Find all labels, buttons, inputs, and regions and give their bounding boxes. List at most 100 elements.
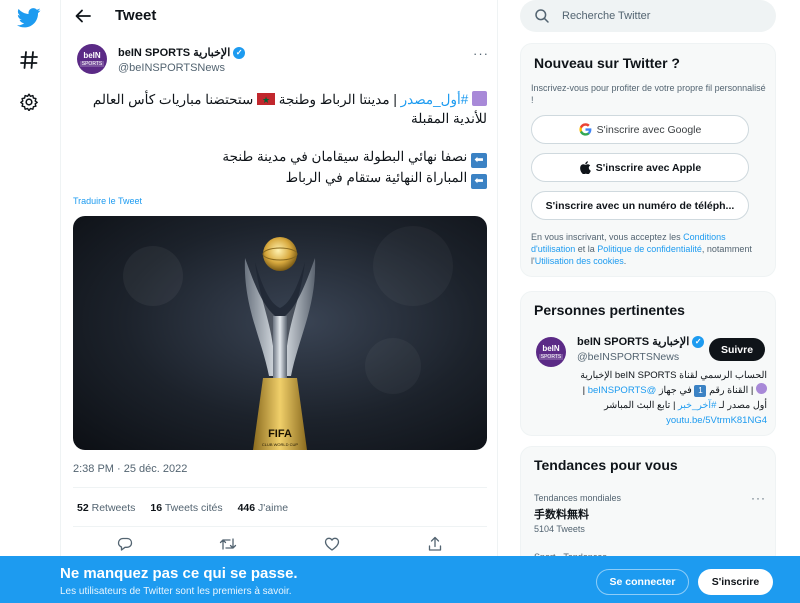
bio-line-2: | القناة رقم 1 في جهاز @beINSPORTS | xyxy=(531,383,767,398)
trophy-caption: FIFA xyxy=(268,428,292,440)
signup-google-button[interactable]: S'inscrire avec Google xyxy=(531,115,749,144)
relevant-avatar[interactable]: beIN SPORTS xyxy=(536,337,566,367)
tweet-column: Tweet beIN SPORTS beIN SPORTS الإخبارية … xyxy=(60,0,498,603)
avatar-text: beIN xyxy=(83,50,101,60)
cookies-link[interactable]: Utilisation des cookies xyxy=(535,256,624,266)
follow-button[interactable]: Suivre xyxy=(709,338,765,361)
settings-gear-icon[interactable] xyxy=(14,87,44,117)
purple-square-emoji-icon xyxy=(472,91,487,106)
tweet-line-4-text: المباراة النهائية ستقام في الرباط xyxy=(285,170,468,185)
legal-text-a: En vous inscrivant, vous acceptez les xyxy=(531,232,684,242)
tweet-line-3: ⬅ نصفا نهائي البطولة سيقامان في مدينة طن… xyxy=(73,147,487,168)
avatar-subtext: SPORTS xyxy=(538,353,564,360)
bio-mention-link[interactable]: @beINSPORTS xyxy=(588,385,657,396)
login-button[interactable]: Se connecter xyxy=(596,569,689,595)
retweets-stat[interactable]: 52 Retweets xyxy=(77,502,135,514)
bio-line-3a: أول مصدر لـ xyxy=(716,400,767,411)
like-heart-icon[interactable] xyxy=(322,534,342,554)
likes-count: 446 xyxy=(237,502,256,514)
retweet-icon[interactable] xyxy=(218,534,238,554)
quotes-count: 16 xyxy=(150,502,163,514)
tweet-line-1-text-b: ستحتضنا مباريات كأس العالم xyxy=(92,92,258,107)
tweet-media-image[interactable]: FIFA CLUB WORLD CUP xyxy=(73,216,487,450)
signup-apple-button[interactable]: S'inscrire avec Apple xyxy=(531,153,749,182)
search-input[interactable] xyxy=(562,7,762,25)
author-handle[interactable]: @beINSPORTSNews xyxy=(118,62,225,74)
new-to-twitter-card: Nouveau sur Twitter ? Inscrivez-vous pou… xyxy=(520,43,776,277)
reply-icon[interactable] xyxy=(115,534,135,554)
page: Tweet beIN SPORTS beIN SPORTS الإخبارية … xyxy=(0,0,800,603)
verified-badge-icon: ✓ xyxy=(692,335,705,348)
relevant-name-text: beIN SPORTS الإخبارية xyxy=(577,336,690,348)
bio-hashtag-link[interactable]: #آخر_خبر xyxy=(678,400,716,411)
privacy-link[interactable]: Politique de confidentialité xyxy=(597,244,702,254)
apple-logo-icon xyxy=(579,161,591,174)
signup-banner: Ne manquez pas ce qui se passe. Les util… xyxy=(0,556,800,603)
avatar-text: beIN xyxy=(542,343,560,353)
banner-title: Ne manquez pas ce qui se passe. xyxy=(60,565,298,582)
search-bar[interactable] xyxy=(520,0,776,32)
quotes-stat[interactable]: 16 Tweets cités xyxy=(150,502,222,514)
verified-badge-icon: ✓ xyxy=(233,46,246,59)
trend-context: Tendances mondiales xyxy=(534,493,622,503)
morocco-flag-icon xyxy=(257,91,276,110)
signup-phone-button[interactable]: S'inscrire avec un numéro de téléph... xyxy=(531,191,749,220)
trophy-caption-sub: CLUB WORLD CUP xyxy=(262,442,299,447)
retweets-label: Retweets xyxy=(91,502,136,514)
left-nav xyxy=(0,0,57,603)
tweet-line-2: للأندية المقبلة xyxy=(410,111,487,126)
relevant-name[interactable]: beIN SPORTS الإخبارية ✓ xyxy=(577,335,705,348)
retweets-count: 52 xyxy=(77,502,89,514)
left-arrow-emoji-icon: ⬅ xyxy=(471,153,487,168)
signup-google-label: S'inscrire avec Google xyxy=(596,123,702,136)
author-name-text: beIN SPORTS الإخبارية xyxy=(118,47,231,59)
tweet-hashtag[interactable]: #أول_مصدر xyxy=(401,92,469,107)
card-title: Tendances pour vous xyxy=(534,457,678,473)
divider xyxy=(73,526,487,527)
signup-phone-label: S'inscrire avec un numéro de téléph... xyxy=(545,199,735,212)
tweet-stats: 52 Retweets 16 Tweets cités 446 J'aime xyxy=(77,502,288,514)
likes-stat[interactable]: 446 J'aime xyxy=(238,502,288,514)
tweet-timestamp[interactable]: 2:38 PM · 25 déc. 2022 xyxy=(73,463,187,475)
share-icon[interactable] xyxy=(425,534,445,554)
legal-text-d: . xyxy=(623,256,627,266)
trend-name[interactable]: 手数料無料 xyxy=(534,506,589,522)
banner-subtitle: Les utilisateurs de Twitter sont les pre… xyxy=(60,586,292,597)
bio-line-2b: في جهاز xyxy=(656,385,695,396)
relevant-handle[interactable]: @beINSPORTSNews xyxy=(577,351,679,363)
translate-tweet-link[interactable]: Traduire le Tweet xyxy=(73,196,142,206)
bio-youtube-link[interactable]: youtu.be/5VtrmK81NG4 xyxy=(666,415,767,426)
twitter-logo-icon[interactable] xyxy=(14,3,44,33)
more-options-icon[interactable]: ··· xyxy=(473,46,489,61)
explore-hashtag-icon[interactable] xyxy=(14,45,44,75)
bio-line-1: الحساب الرسمي لقناة beIN SPORTS الإخباري… xyxy=(580,370,767,381)
signup-apple-label: S'inscrire avec Apple xyxy=(595,161,702,174)
bio-line-2a: | القناة رقم xyxy=(706,385,756,396)
trend-more-icon[interactable]: ··· xyxy=(751,491,766,505)
card-title: Personnes pertinentes xyxy=(534,302,685,318)
left-arrow-emoji-icon: ⬅ xyxy=(471,174,487,189)
author-avatar[interactable]: beIN SPORTS xyxy=(77,44,107,74)
likes-label: J'aime xyxy=(258,502,289,514)
divider xyxy=(73,487,487,488)
trends-card: Tendances pour vous Tendances mondiales … xyxy=(520,446,776,566)
fifa-trophy-icon: FIFA CLUB WORLD CUP xyxy=(123,226,453,450)
bio-line-3b: | تابع البث المباشر xyxy=(604,400,679,411)
signup-button[interactable]: S'inscrire xyxy=(698,569,773,595)
tweet-actions xyxy=(61,534,499,554)
card-subtitle: Inscrivez-vous pour profiter de votre pr… xyxy=(531,83,766,105)
search-icon xyxy=(534,8,550,24)
back-arrow-icon[interactable] xyxy=(73,6,93,26)
avatar-subtext: SPORTS xyxy=(79,60,105,67)
bio-line-4: youtu.be/5VtrmK81NG4 xyxy=(531,413,767,428)
page-title: Tweet xyxy=(115,7,157,24)
author-name[interactable]: beIN SPORTS الإخبارية ✓ xyxy=(118,46,246,59)
tweet-line-3-text: نصفا نهائي البطولة سيقامان في مدينة طنجة xyxy=(222,149,468,164)
tweet-line-1-text: | مدينتا الرباط وطنجة xyxy=(275,92,401,107)
legal-text-b: et la xyxy=(575,244,598,254)
bio-line-3: أول مصدر لـ #آخر_خبر | تابع البث المباشر xyxy=(531,398,767,413)
legal-text: En vous inscrivant, vous acceptez les Co… xyxy=(531,231,763,267)
tweet-line-1: #أول_مصدر | مدينتا الرباط وطنجة ستحتضنا … xyxy=(73,90,487,110)
relevant-bio: الحساب الرسمي لقناة beIN SPORTS الإخباري… xyxy=(531,368,767,428)
